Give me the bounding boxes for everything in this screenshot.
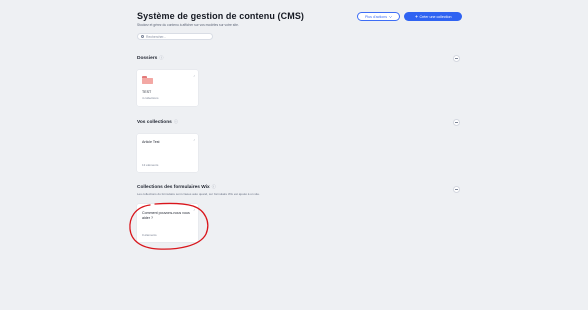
page-subtitle: Stockez et gérez du contenu à afficher s…: [137, 23, 239, 27]
info-icon[interactable]: ⓘ: [174, 119, 178, 125]
wix-forms-section-title: Collections des formulaires Wix ⓘ: [137, 184, 216, 190]
folders-collapse-button[interactable]: [453, 55, 460, 62]
search-icon: [141, 35, 144, 38]
collection-name: Article Test: [142, 140, 160, 144]
search-input[interactable]: [146, 34, 206, 39]
create-collection-button[interactable]: Créer une collection: [404, 12, 462, 21]
minus-icon: [455, 189, 458, 190]
collection-card[interactable]: ⌟ Article Test 13 éléments: [137, 134, 198, 172]
create-collection-label: Créer une collection: [419, 14, 452, 19]
collection-meta: 13 éléments: [142, 163, 159, 167]
wix-forms-collapse-button[interactable]: [453, 186, 460, 193]
more-icon[interactable]: ⌟: [193, 206, 195, 211]
info-icon[interactable]: ⓘ: [212, 184, 216, 190]
cms-dashboard: Système de gestion de contenu (CMS) Stoc…: [0, 0, 588, 310]
form-collection-card[interactable]: ⌟ Comment pouvons-nous vous aider ? 0 él…: [137, 204, 198, 242]
form-collection-meta: 0 éléments: [142, 233, 157, 237]
plus-icon: [414, 14, 418, 19]
minus-icon: [455, 122, 458, 123]
search-bar[interactable]: [137, 33, 213, 40]
folder-name: TEST: [142, 90, 152, 94]
annotation-circle: [129, 202, 209, 250]
chevron-down-icon: [389, 15, 392, 19]
minus-icon: [455, 58, 458, 59]
form-collection-name: Comment pouvons-nous vous aider ?: [142, 211, 190, 220]
page-title: Système de gestion de contenu (CMS): [137, 11, 305, 21]
more-actions-label: Plus d'actions: [364, 14, 388, 19]
more-icon[interactable]: ⌟: [193, 72, 195, 77]
folder-meta: 4 collections: [142, 96, 159, 100]
folder-icon: [142, 76, 153, 84]
more-actions-button[interactable]: Plus d'actions: [357, 12, 400, 21]
wix-forms-section-subtitle: Les collections du formulaire sont créée…: [137, 192, 260, 196]
folders-section-title: Dossiers ⓘ: [137, 55, 164, 61]
more-icon[interactable]: ⌟: [193, 136, 195, 141]
collections-section-title: Vos collections ⓘ: [137, 119, 179, 125]
info-icon[interactable]: ⓘ: [159, 55, 163, 61]
folder-card[interactable]: ⌟ TEST 4 collections: [137, 70, 198, 106]
collections-collapse-button[interactable]: [453, 119, 460, 126]
